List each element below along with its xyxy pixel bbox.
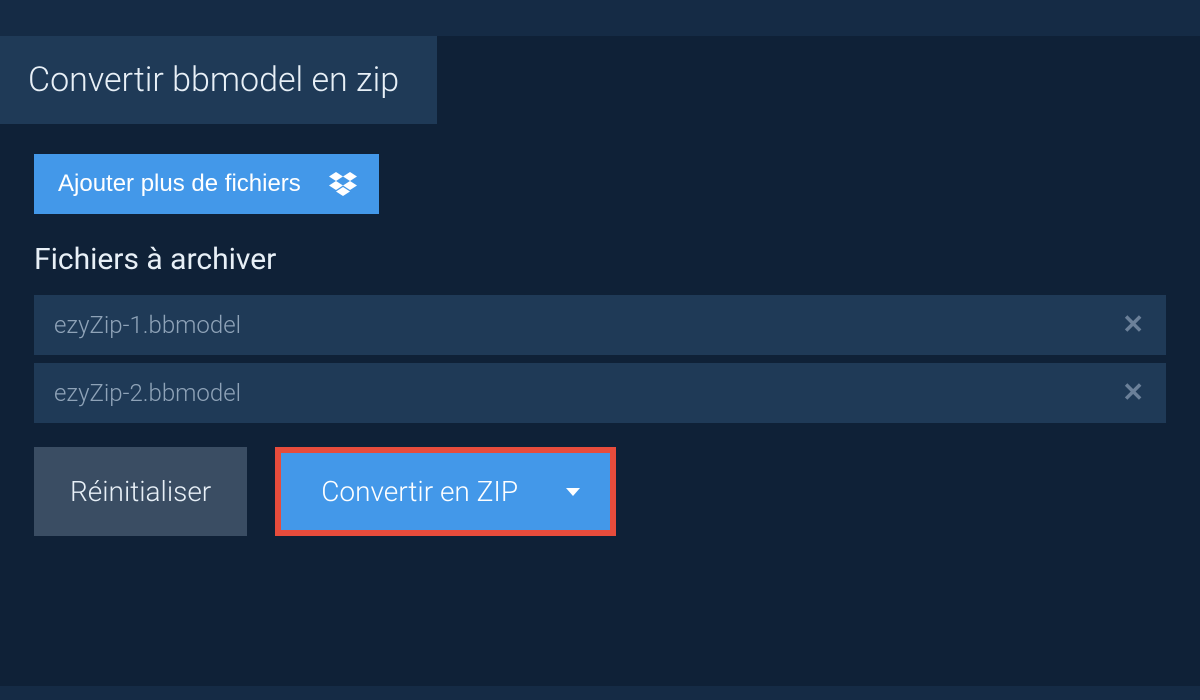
file-name: ezyZip-1.bbmodel: [54, 311, 241, 339]
reset-button[interactable]: Réinitialiser: [34, 447, 247, 536]
file-row: ezyZip-1.bbmodel ✕: [34, 295, 1166, 355]
file-name: ezyZip-2.bbmodel: [54, 379, 241, 407]
main-content: Ajouter plus de fichiers Fichiers à arch…: [0, 124, 1200, 536]
convert-label: Convertir en ZIP: [321, 475, 518, 508]
top-bar: [0, 0, 1200, 36]
close-icon[interactable]: ✕: [1122, 380, 1144, 406]
dropbox-icon: [329, 172, 357, 196]
close-icon[interactable]: ✕: [1122, 312, 1144, 338]
file-list: ezyZip-1.bbmodel ✕ ezyZip-2.bbmodel ✕: [34, 295, 1166, 423]
add-files-label: Ajouter plus de fichiers: [58, 170, 301, 198]
convert-highlight-wrapper: Convertir en ZIP: [275, 447, 616, 536]
action-button-row: Réinitialiser Convertir en ZIP: [34, 447, 1166, 536]
bottom-bar: [0, 686, 1200, 700]
files-section-title: Fichiers à archiver: [34, 242, 1166, 277]
reset-label: Réinitialiser: [70, 475, 211, 508]
convert-button[interactable]: Convertir en ZIP: [281, 453, 610, 530]
chevron-down-icon: [566, 488, 580, 496]
page-title: Convertir bbmodel en zip: [28, 60, 399, 100]
file-row: ezyZip-2.bbmodel ✕: [34, 363, 1166, 423]
tab-header: Convertir bbmodel en zip: [0, 36, 437, 124]
add-files-button[interactable]: Ajouter plus de fichiers: [34, 154, 379, 214]
